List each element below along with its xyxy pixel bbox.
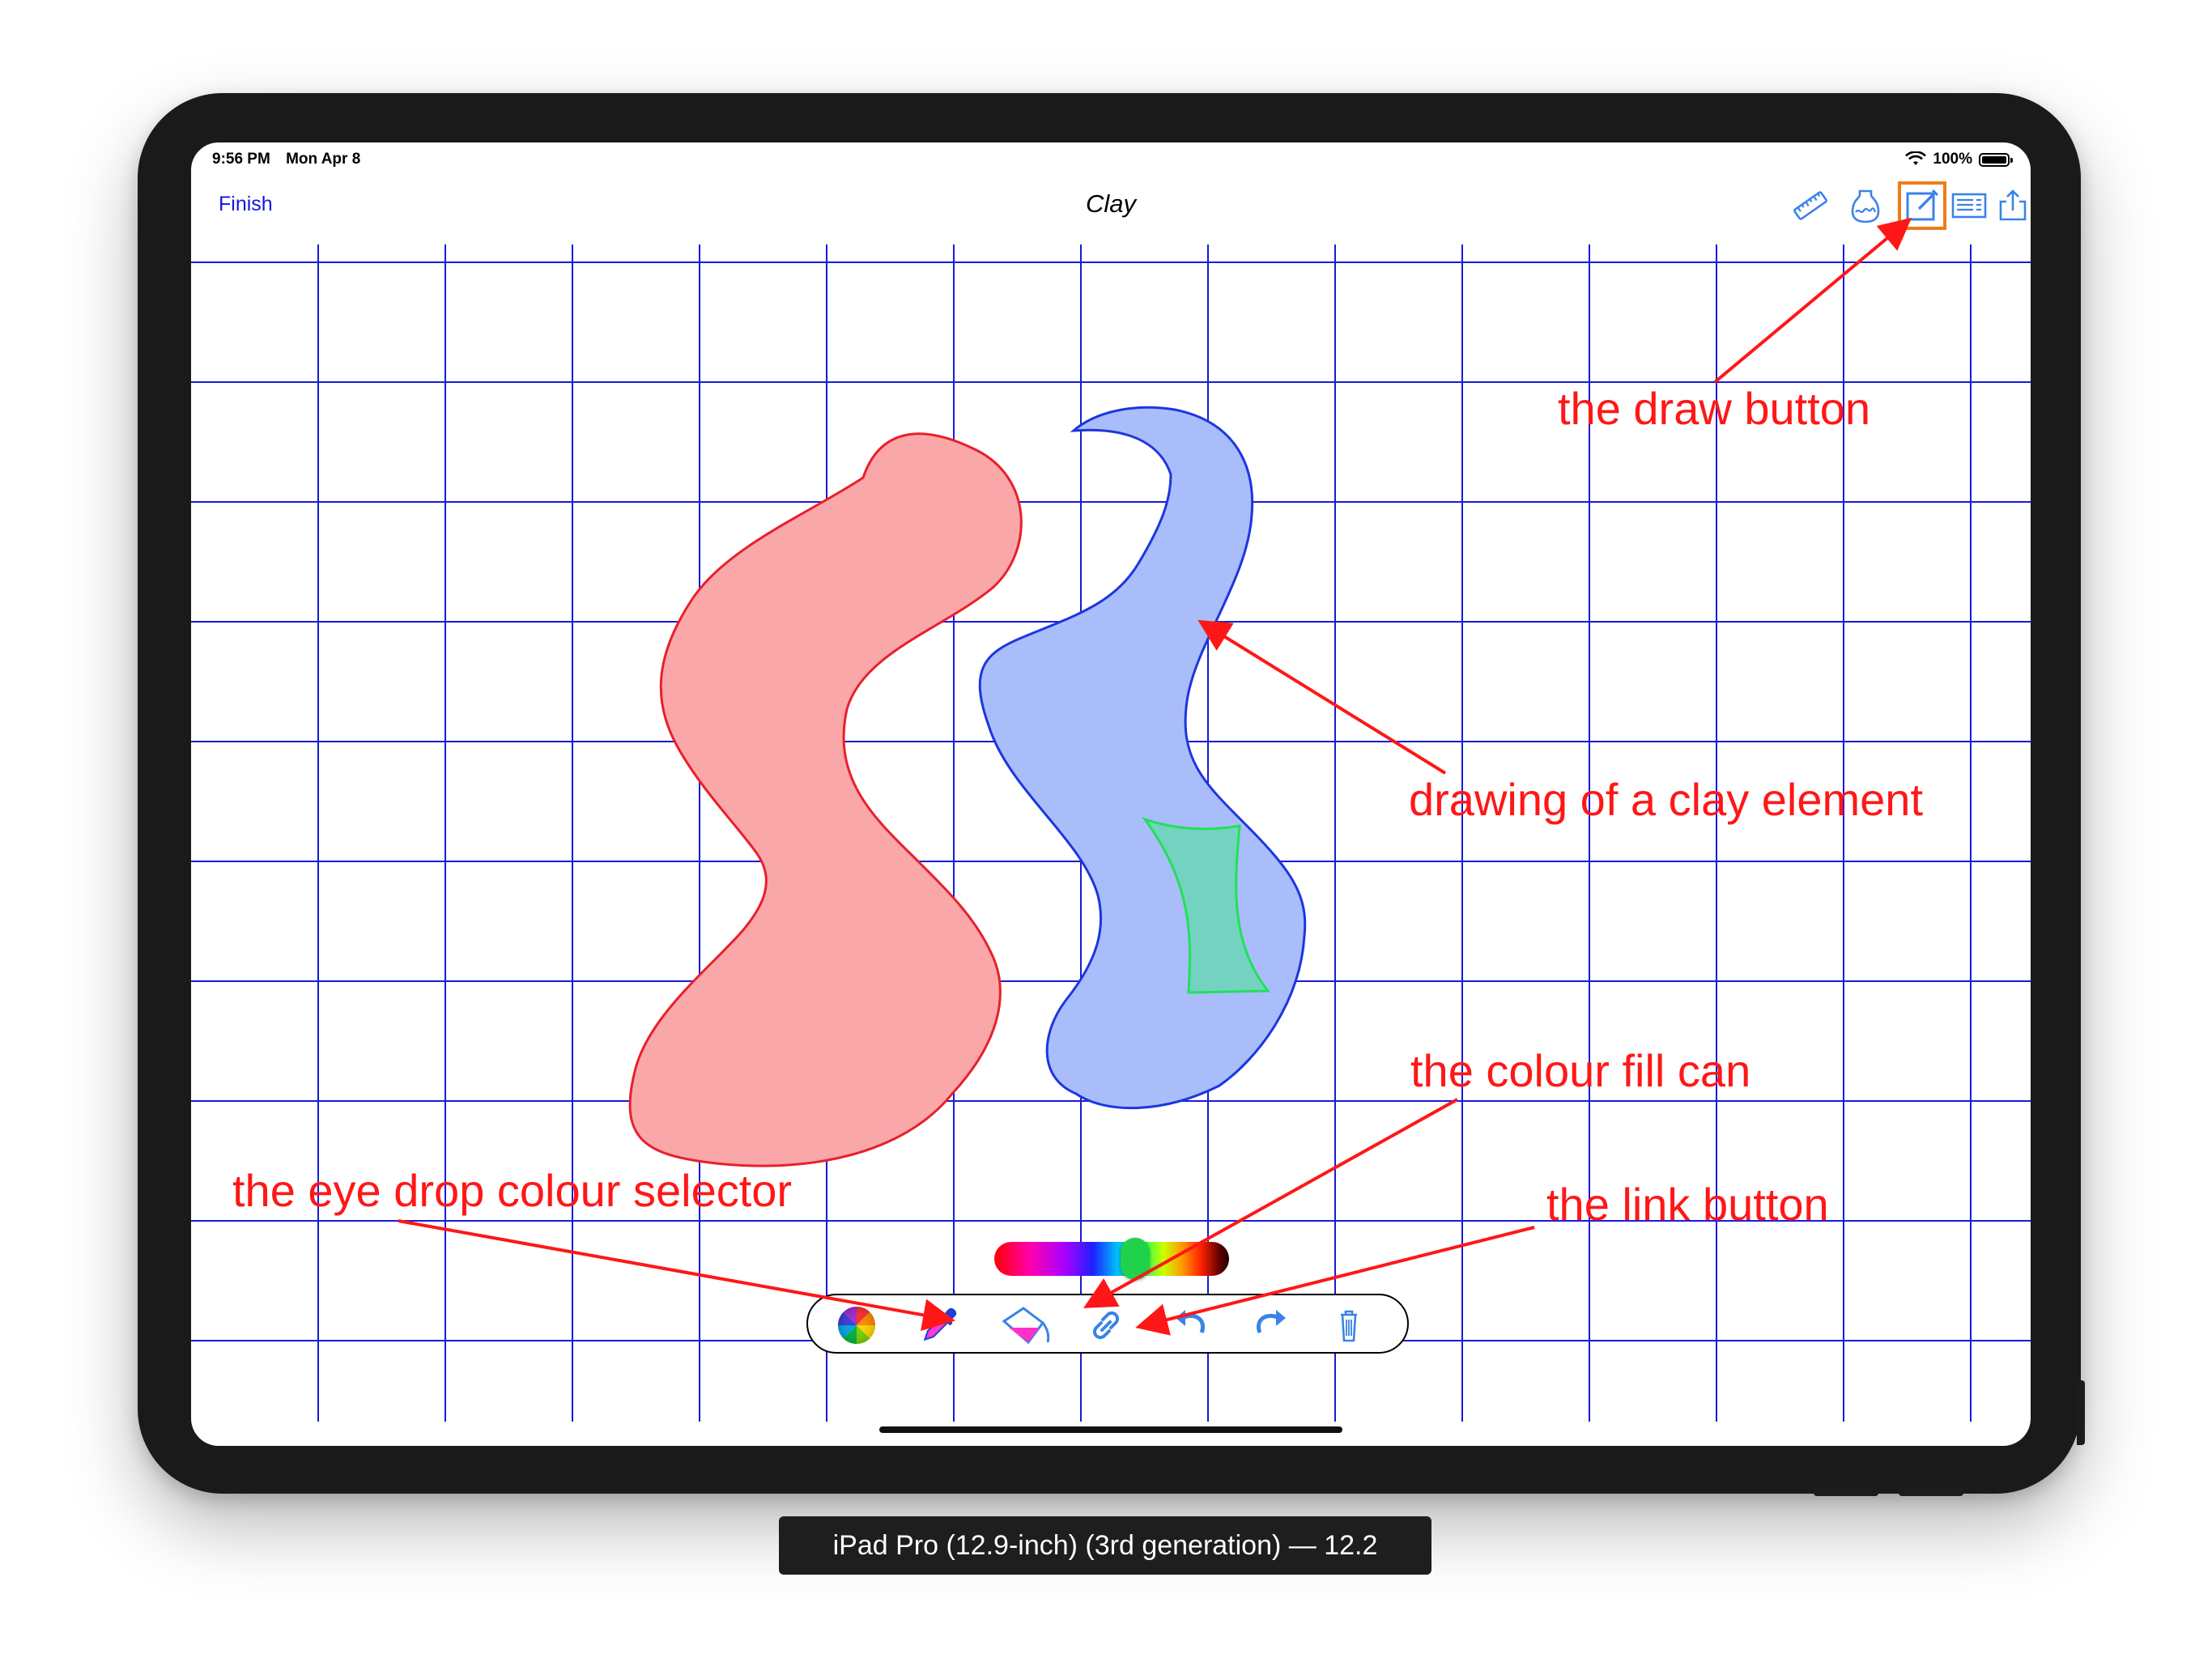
page-title: Clay — [1085, 189, 1136, 218]
vase-icon[interactable] — [1846, 186, 1885, 225]
side-button — [2077, 1380, 2085, 1445]
status-time: 9:56 PM — [212, 151, 270, 168]
annotation-link-button: the link button — [1546, 1179, 1829, 1230]
battery-percent: 100% — [1933, 151, 1972, 168]
fill-can-icon[interactable] — [999, 1305, 1051, 1346]
simulator-label: iPad Pro (12.9-inch) (3rd generation) — … — [779, 1516, 1431, 1575]
trash-icon[interactable] — [1323, 1305, 1375, 1346]
volume-button-1 — [1814, 1488, 1878, 1496]
annotation-eye-drop: the eye drop colour selector — [232, 1165, 793, 1216]
redo-icon[interactable] — [1245, 1305, 1297, 1346]
drawing-toolbar — [806, 1294, 1409, 1354]
annotation-clay-element: drawing of a clay element — [1409, 774, 1924, 825]
link-icon[interactable] — [1080, 1305, 1132, 1346]
draw-icon[interactable] — [1898, 181, 1946, 230]
red-clay-shape[interactable] — [628, 432, 1023, 1167]
colour-spectrum-slider[interactable] — [994, 1242, 1229, 1276]
eye-dropper-icon[interactable] — [913, 1305, 965, 1346]
list-icon[interactable] — [1950, 186, 1989, 225]
annotation-colour-fill-can: the colour fill can — [1410, 1045, 1751, 1096]
annotation-draw-button: the draw button — [1558, 383, 1871, 434]
status-bar-left: 9:56 PM Mon Apr 8 — [212, 151, 372, 168]
status-bar-right: 100% — [1905, 151, 2013, 168]
colour-wheel-icon[interactable] — [831, 1305, 883, 1346]
share-icon[interactable] — [1993, 186, 2031, 225]
undo-icon[interactable] — [1164, 1305, 1216, 1346]
wifi-icon — [1905, 151, 1927, 165]
volume-button-2 — [1899, 1488, 1963, 1496]
home-indicator — [879, 1426, 1342, 1433]
ruler-icon[interactable] — [1791, 186, 1830, 225]
colour-slider-thumb[interactable] — [1121, 1238, 1150, 1280]
battery-icon — [1979, 152, 2013, 167]
blue-clay-shape[interactable] — [978, 406, 1307, 1110]
status-date: Mon Apr 8 — [286, 151, 361, 168]
